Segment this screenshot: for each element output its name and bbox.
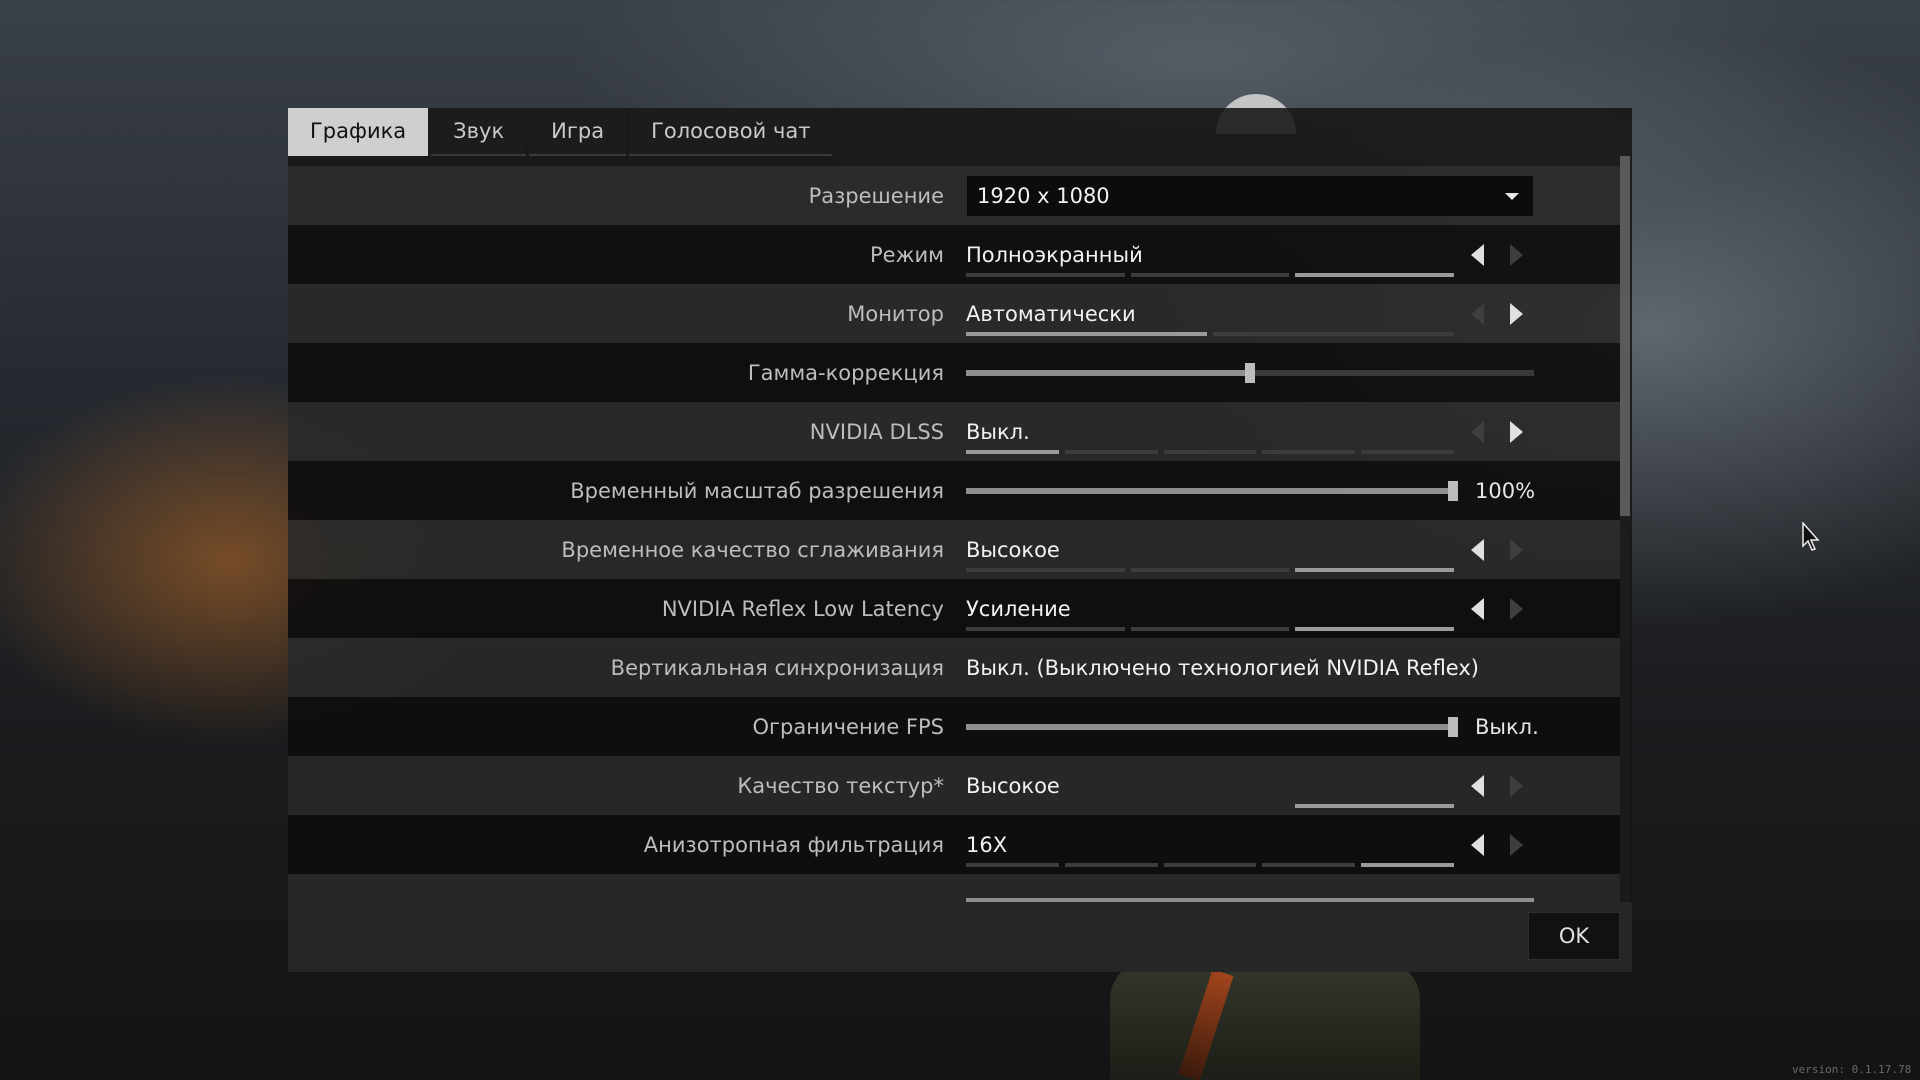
monitor-indicator: [966, 332, 1454, 336]
temporal-scale-slider[interactable]: [966, 481, 1458, 501]
texture-quality-prev-arrow-icon[interactable]: [1471, 775, 1484, 797]
setting-row-dlss: NVIDIA DLSS Выкл.: [288, 402, 1620, 461]
slider-fill: [966, 370, 1250, 376]
settings-list: Разрешение 1920 x 1080 Режим Полноэкранн…: [288, 166, 1620, 902]
option-segment: [1130, 273, 1290, 277]
tab-voice-chat[interactable]: Голосовой чат: [629, 108, 833, 156]
anisotropic-next-arrow-icon[interactable]: [1510, 834, 1523, 856]
option-segment: [1361, 450, 1454, 454]
monitor-next-arrow-icon[interactable]: [1510, 303, 1523, 325]
option-segment: [1213, 332, 1454, 336]
option-segment: [1130, 627, 1290, 631]
slider-handle[interactable]: [1245, 363, 1255, 383]
mouse-cursor-icon: [1802, 522, 1820, 551]
setting-row-gamma: Гамма-коррекция: [288, 343, 1620, 402]
option-segment: [966, 863, 1059, 867]
setting-label: Временный масштаб разрешения: [570, 478, 944, 503]
chevron-down-icon: [1505, 193, 1519, 200]
tab-game[interactable]: Игра: [529, 108, 627, 156]
setting-label: NVIDIA Reflex Low Latency: [661, 596, 944, 621]
setting-label: Временное качество сглаживания: [561, 537, 944, 562]
tab-bar: Графика Звук Игра Голосовой чат: [288, 108, 835, 156]
slider-handle[interactable]: [1448, 481, 1458, 501]
option-segment: [1163, 450, 1257, 454]
tab-graphics[interactable]: Графика: [288, 108, 429, 156]
setting-row-temporal-aa: Временное качество сглаживания Высокое: [288, 520, 1620, 579]
setting-row-vsync: Вертикальная синхронизация Выкл. (Выключ…: [288, 638, 1620, 697]
version-label: version: 0.1.17.78: [1792, 1063, 1912, 1076]
ok-button[interactable]: OK: [1528, 912, 1620, 960]
mode-indicator: [966, 273, 1455, 277]
dlss-prev-arrow-icon[interactable]: [1471, 421, 1484, 443]
setting-label: Режим: [870, 242, 944, 267]
option-segment: [966, 804, 1125, 808]
option-segment-selected: [1295, 804, 1455, 808]
fps-limit-slider[interactable]: [966, 717, 1458, 737]
option-segment-selected: [966, 332, 1207, 336]
slider-fill: [966, 488, 1458, 494]
temporal-aa-prev-arrow-icon[interactable]: [1471, 539, 1484, 561]
reflex-indicator: [966, 627, 1455, 631]
fps-limit-value: Выкл.: [1475, 714, 1539, 739]
setting-label: Анизотропная фильтрация: [643, 832, 944, 857]
gamma-slider[interactable]: [966, 363, 1534, 383]
setting-row-temporal-scale: Временный масштаб разрешения 100%: [288, 461, 1620, 520]
temporal-aa-indicator: [966, 568, 1455, 572]
option-segment-selected: [1361, 863, 1454, 867]
settings-panel: Графика Звук Игра Голосовой чат Разрешен…: [288, 108, 1632, 972]
setting-row-mode: Режим Полноэкранный: [288, 225, 1620, 284]
anisotropic-indicator: [966, 863, 1454, 867]
reflex-next-arrow-icon[interactable]: [1510, 598, 1523, 620]
option-segment: [1262, 863, 1356, 867]
dlss-indicator: [966, 450, 1454, 454]
setting-label: Монитор: [847, 301, 944, 326]
setting-label: Вертикальная синхронизация: [610, 655, 944, 680]
anisotropic-prev-arrow-icon[interactable]: [1471, 834, 1484, 856]
settings-scrollbar[interactable]: [1620, 156, 1630, 902]
resolution-value: 1920 x 1080: [977, 184, 1110, 208]
texture-quality-next-arrow-icon[interactable]: [1510, 775, 1523, 797]
option-segment-selected: [1295, 273, 1455, 277]
monitor-prev-arrow-icon[interactable]: [1471, 303, 1484, 325]
setting-label: Качество текстур*: [737, 773, 944, 798]
vsync-value: Выкл. (Выключено технологией NVIDIA Refl…: [966, 655, 1479, 680]
mode-prev-arrow-icon[interactable]: [1471, 244, 1484, 266]
temporal-scale-value: 100%: [1475, 478, 1536, 503]
option-segment-selected: [1295, 568, 1455, 572]
setting-row-texture-quality: Качество текстур* Высокое: [288, 756, 1620, 815]
option-segment-selected: [966, 450, 1059, 454]
dlss-next-arrow-icon[interactable]: [1510, 421, 1523, 443]
option-segment: [966, 568, 1125, 572]
tab-sound[interactable]: Звук: [431, 108, 527, 156]
option-segment: [1131, 804, 1290, 808]
setting-row-reflex: NVIDIA Reflex Low Latency Усиление: [288, 579, 1620, 638]
setting-row-resolution: Разрешение 1920 x 1080: [288, 166, 1620, 225]
setting-row-fps-limit: Ограничение FPS Выкл.: [288, 697, 1620, 756]
setting-row-partial: [288, 874, 1620, 902]
scrollbar-thumb[interactable]: [1620, 156, 1630, 516]
setting-label: NVIDIA DLSS: [809, 419, 944, 444]
panel-footer: OK: [288, 902, 1632, 972]
option-segment: [1262, 450, 1356, 454]
mode-next-arrow-icon[interactable]: [1510, 244, 1523, 266]
texture-quality-indicator: [966, 804, 1455, 808]
setting-label: Разрешение: [808, 183, 944, 208]
option-segment-selected: [1295, 627, 1455, 631]
reflex-prev-arrow-icon[interactable]: [1471, 598, 1484, 620]
slider-handle[interactable]: [1448, 717, 1458, 737]
option-segment: [1130, 568, 1290, 572]
option-segment: [1064, 863, 1158, 867]
setting-row-monitor: Монитор Автоматически: [288, 284, 1620, 343]
background-character: [1110, 960, 1420, 1080]
temporal-aa-next-arrow-icon[interactable]: [1510, 539, 1523, 561]
option-segment: [966, 273, 1125, 277]
resolution-dropdown[interactable]: 1920 x 1080: [966, 175, 1534, 217]
option-segment: [966, 627, 1125, 631]
option-segment: [1163, 863, 1257, 867]
slider-fill: [966, 724, 1458, 730]
setting-row-anisotropic: Анизотропная фильтрация 16X: [288, 815, 1620, 874]
setting-label: Гамма-коррекция: [747, 360, 944, 385]
setting-label: Ограничение FPS: [752, 714, 944, 739]
option-segment: [1064, 450, 1158, 454]
